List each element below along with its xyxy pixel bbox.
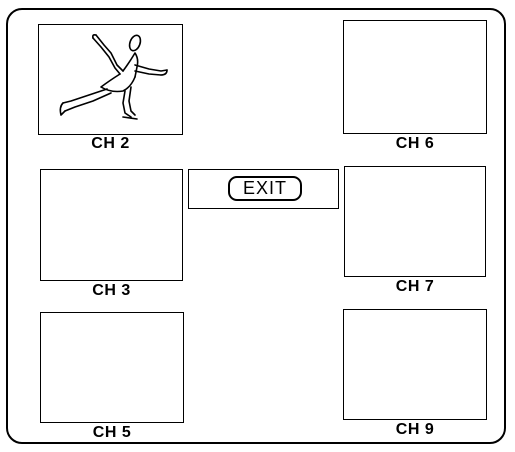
channel-tile-ch6[interactable]: CH 6 [343,20,487,154]
channel-tile-ch3[interactable]: CH 3 [40,169,183,301]
channel-preview-ch9[interactable] [343,309,487,420]
channel-tile-ch5[interactable]: CH 5 [40,312,184,442]
channel-tile-ch9[interactable]: CH 9 [343,309,487,439]
channel-label-ch3: CH 3 [92,282,131,299]
channel-tile-ch7[interactable]: CH 7 [344,166,486,296]
channel-label-ch6: CH 6 [395,135,435,152]
channel-preview-ch2[interactable] [38,24,183,135]
channel-label-ch7: CH 7 [395,278,435,295]
channel-preview-ch6[interactable] [343,20,487,134]
channel-preview-ch5[interactable] [40,312,184,423]
channel-preview-ch7[interactable] [344,166,486,277]
channel-label-ch5: CH 5 [92,424,132,441]
exit-button[interactable]: EXIT [228,176,302,201]
channel-label-ch2: CH 2 [91,135,130,152]
channel-label-ch9: CH 9 [395,421,435,438]
exit-panel: EXIT [188,169,339,209]
figure-skater-icon [59,34,168,120]
channel-preview-ch3[interactable] [40,169,183,281]
channel-tile-ch2[interactable]: CH 2 [38,24,183,156]
